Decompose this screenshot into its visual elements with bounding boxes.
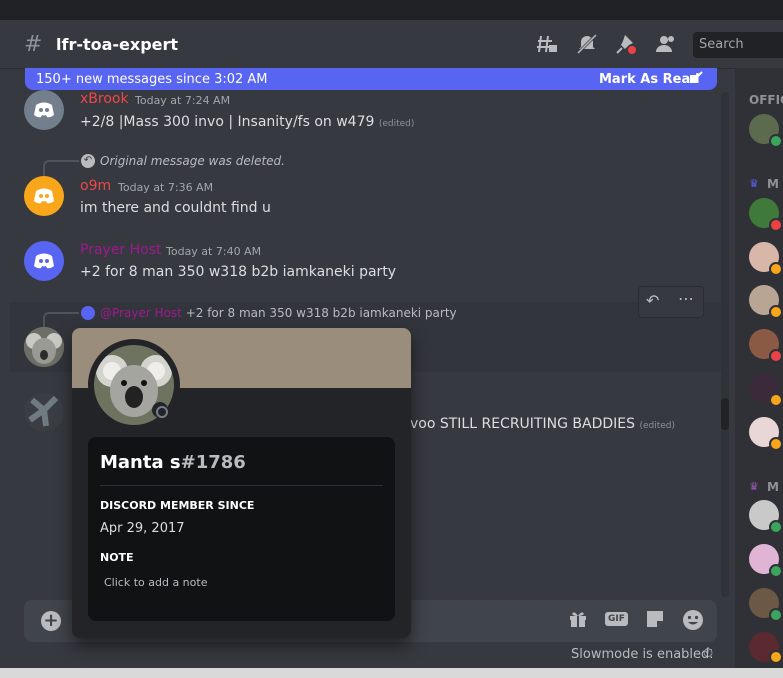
message-timestamp: Today at 7:36 AM — [118, 181, 214, 194]
message-timestamp: Today at 7:24 AM — [135, 94, 231, 107]
note-heading: NOTE — [100, 551, 134, 564]
member-section-header: M — [767, 480, 779, 494]
crown-icon: ♛ — [749, 480, 759, 493]
status-idle-icon — [769, 650, 783, 664]
gift-icon[interactable] — [568, 609, 588, 634]
status-idle-icon — [769, 393, 783, 407]
window-bottom-strip — [0, 668, 783, 678]
status-dnd-icon — [769, 349, 783, 363]
status-dnd-icon — [769, 218, 783, 232]
crown-icon: ♛ — [749, 177, 759, 190]
avatar[interactable] — [24, 327, 64, 367]
stopwatch-icon: ⏱ — [703, 646, 714, 661]
message-username[interactable]: xBrook — [80, 91, 129, 107]
threads-icon[interactable] — [535, 33, 559, 57]
message-text: im there and couldnt find u — [80, 200, 271, 216]
avatar[interactable] — [24, 241, 64, 281]
member-section-header: M — [767, 177, 779, 191]
member-section-header: OFFIC — [749, 93, 783, 107]
gif-button[interactable]: GIF — [605, 612, 628, 626]
members-icon[interactable] — [654, 33, 678, 57]
pin-icon[interactable] — [614, 33, 638, 57]
edited-label: (edited) — [639, 421, 676, 431]
message-text: +2 for 8 man 350 w318 b2b iamkaneki part… — [80, 264, 397, 280]
status-online-icon — [769, 564, 783, 578]
slowmode-text: Slowmode is enabled. — [571, 647, 714, 662]
emoji-icon[interactable] — [682, 609, 704, 636]
message-text: +2/8 |Mass 300 invo | Insanity/fs on w47… — [80, 114, 415, 130]
channel-name: lfr-toa-expert — [56, 35, 179, 54]
sticker-icon[interactable] — [645, 609, 665, 634]
more-options-icon[interactable]: ⋯ — [678, 289, 694, 308]
profile-divider — [100, 485, 383, 486]
new-messages-text: 150+ new messages since 3:02 AM — [36, 72, 268, 87]
avatar[interactable] — [24, 176, 64, 216]
edited-label: (edited) — [378, 119, 415, 129]
message-username[interactable]: o9m — [80, 178, 111, 194]
note-input[interactable]: Click to add a note — [104, 576, 207, 589]
mark-read-icon[interactable] — [689, 71, 703, 89]
status-idle-icon — [769, 305, 783, 319]
status-idle-icon — [769, 437, 783, 451]
profile-username: Manta s#1786 — [100, 452, 246, 473]
message-text: voo STILL RECRUITING BADDIES (edited) — [410, 416, 676, 432]
reply-icon: ↶ — [81, 154, 95, 168]
reply-deleted-text: Original message was deleted. — [100, 154, 285, 168]
mark-as-read-button[interactable]: Mark As Read — [599, 72, 700, 87]
reply-icon[interactable]: ↶ — [646, 291, 659, 310]
status-offline-icon — [156, 406, 168, 418]
avatar[interactable] — [24, 90, 64, 130]
channel-hash-icon: # — [24, 32, 43, 57]
status-online-icon — [769, 520, 783, 534]
reply-avatar-icon — [81, 306, 95, 320]
scrollbar-track[interactable] — [721, 92, 729, 597]
status-online-icon — [769, 608, 783, 622]
reply-preview[interactable]: @Prayer Host +2 for 8 man 350 w318 b2b i… — [100, 306, 457, 320]
scrollbar-thumb[interactable] — [721, 398, 729, 430]
upload-plus-icon[interactable]: + — [41, 611, 61, 631]
member-since-heading: DISCORD MEMBER SINCE — [100, 499, 255, 512]
search-placeholder: Search — [699, 37, 744, 52]
reply-connector — [43, 160, 79, 176]
member-list — [735, 68, 783, 668]
status-idle-icon — [769, 262, 783, 276]
profile-tag: #1786 — [180, 452, 246, 473]
avatar[interactable] — [24, 392, 64, 432]
message-username[interactable]: Prayer Host — [80, 242, 162, 258]
message-timestamp: Today at 7:40 AM — [166, 245, 262, 258]
status-online-icon — [769, 134, 783, 148]
window-top-strip — [0, 0, 783, 20]
reply-connector — [43, 312, 79, 328]
mute-icon[interactable] — [575, 33, 599, 57]
member-since-date: Apr 29, 2017 — [100, 521, 185, 536]
